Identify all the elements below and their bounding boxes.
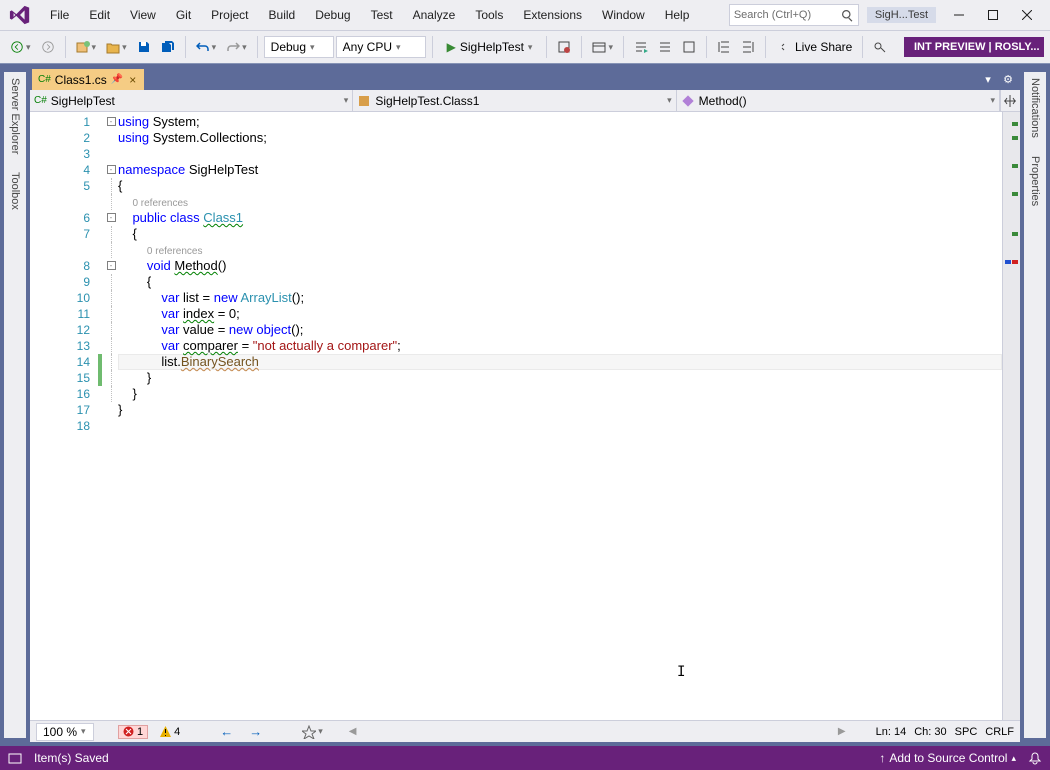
code-editor[interactable]: 123456789101112131415161718 - - - - using S… [30,112,1020,720]
warning-count-badge[interactable]: 4 [156,726,184,738]
menu-help[interactable]: Help [655,4,700,26]
menu-file[interactable]: File [40,4,79,26]
notifications-tab[interactable]: Notifications [1027,72,1043,144]
eol-indicator[interactable]: CRLF [985,726,1014,738]
menu-tools[interactable]: Tools [465,4,513,26]
line-indicator[interactable]: Ln: 14 [876,726,907,738]
code-content[interactable]: using System;using System.Collections;na… [118,112,1002,720]
error-icon [123,726,134,737]
server-explorer-tab[interactable]: Server Explorer [7,72,23,160]
title-bar: FileEditViewGitProjectBuildDebugTestAnal… [0,0,1050,30]
solution-name-badge[interactable]: SigH...Test [867,7,936,23]
menu-edit[interactable]: Edit [79,4,120,26]
main-frame: Server Explorer Toolbox C# Class1.cs 📌 ×… [0,64,1050,746]
status-icon [8,751,22,765]
minimize-button[interactable] [942,3,976,27]
file-tab-class1[interactable]: C# Class1.cs 📌 × [32,69,144,90]
platform-combo[interactable]: Any CPU▾ [336,36,426,58]
menu-git[interactable]: Git [166,4,201,26]
fold-toggle[interactable]: - [107,213,116,222]
nav-project-combo[interactable]: C# SigHelpTest▾ [30,90,353,111]
search-icon [841,9,854,22]
search-box[interactable]: Search (Ctrl+Q) [729,4,859,26]
warning-icon [160,726,171,737]
vs-logo [6,1,34,29]
document-well: C# Class1.cs 📌 × ▾ ⚙ C# SigHelpTest▾ Sig… [30,68,1020,742]
menu-bar: FileEditViewGitProjectBuildDebugTestAnal… [40,4,699,26]
close-button[interactable] [1010,3,1044,27]
nav-fwd-button[interactable] [37,36,59,58]
prev-issue-button[interactable]: ← [216,724,237,739]
col-indicator[interactable]: Ch: 30 [914,726,946,738]
hscroll-right[interactable]: ▶ [838,726,846,737]
save-all-button[interactable] [157,36,179,58]
hscroll-left[interactable]: ◀ [349,726,357,737]
bell-icon[interactable] [1028,751,1042,765]
class-icon [357,94,371,108]
menu-extensions[interactable]: Extensions [513,4,592,26]
source-control-button[interactable]: ↑ Add to Source Control ▴ [879,751,1016,765]
pin-icon[interactable]: 📌 [111,74,123,85]
menu-debug[interactable]: Debug [305,4,360,26]
line-number-gutter: 123456789101112131415161718 [56,112,98,720]
menu-window[interactable]: Window [592,4,655,26]
maximize-button[interactable] [976,3,1010,27]
toolbox-tab[interactable]: Toolbox [7,166,23,216]
zoom-combo[interactable]: 100 %▾ [36,723,94,741]
feedback-button[interactable] [869,36,891,58]
toolbar-icon-1[interactable] [553,36,575,58]
menu-build[interactable]: Build [259,4,306,26]
menu-project[interactable]: Project [201,4,258,26]
toolbar-icon-2[interactable]: ▾ [588,36,617,58]
toolbar-icon-3[interactable] [630,36,652,58]
file-tab-row: C# Class1.cs 📌 × ▾ ⚙ [30,68,1020,90]
new-project-button[interactable]: ▾ [72,36,101,58]
start-debug-button[interactable]: ▶ SigHelpTest ▾ [439,38,541,56]
toolbar-icon-5[interactable] [678,36,700,58]
share-icon [776,40,790,54]
status-message: Item(s) Saved [34,751,109,765]
fold-toggle[interactable]: - [107,261,116,270]
tab-overflow-button[interactable]: ▾ [980,72,996,88]
config-combo[interactable]: Debug▾ [264,36,334,58]
left-side-tabs: Server Explorer Toolbox [4,72,26,738]
redo-button[interactable]: ▾ [222,36,251,58]
fold-toggle[interactable]: - [107,165,116,174]
main-toolbar: ▾ ▾ ▾ ▾ ▾ Debug▾ Any CPU▾ ▶ SigHelpTest … [0,30,1050,64]
fold-toggle[interactable]: - [107,117,116,126]
csharp-icon: C# [34,95,47,106]
tab-settings-button[interactable]: ⚙ [1000,72,1016,88]
csharp-icon: C# [38,74,51,85]
nav-member-combo[interactable]: Method()▾ [677,90,1000,111]
save-button[interactable] [133,36,155,58]
preview-badge[interactable]: INT PREVIEW | ROSLY... [904,37,1044,57]
error-count-badge[interactable]: 1 [118,725,148,739]
open-file-button[interactable]: ▾ [102,36,131,58]
live-share-button[interactable]: Live Share [772,36,856,58]
fold-margin: - - - - [104,112,118,720]
nav-class-combo[interactable]: SigHelpTest.Class1▾ [353,90,676,111]
properties-tab[interactable]: Properties [1027,150,1043,212]
split-editor-button[interactable] [1000,90,1020,111]
menu-view[interactable]: View [120,4,166,26]
play-icon: ▶ [447,40,456,54]
close-tab-button[interactable]: × [127,73,138,87]
toolbar-icon-7[interactable] [737,36,759,58]
navigation-bar: C# SigHelpTest▾ SigHelpTest.Class1▾ Meth… [30,90,1020,112]
overview-ruler[interactable] [1002,112,1020,720]
menu-analyze[interactable]: Analyze [403,4,466,26]
health-indicator[interactable]: ▾ [298,721,327,743]
menu-test[interactable]: Test [361,4,403,26]
editor-status-bar: 100 %▾ 1 4 ← → ▾ ◀ ▶ Ln: 14 Ch: 30 SPC C… [30,720,1020,742]
undo-button[interactable]: ▾ [192,36,221,58]
right-side-tabs: Notifications Properties [1024,72,1046,738]
nav-back-button[interactable]: ▾ [6,36,35,58]
method-icon [681,94,695,108]
search-placeholder: Search (Ctrl+Q) [734,9,841,21]
indent-indicator[interactable]: SPC [955,726,978,738]
status-bar: Item(s) Saved ↑ Add to Source Control ▴ [0,746,1050,770]
toolbar-icon-4[interactable] [654,36,676,58]
next-issue-button[interactable]: → [245,724,266,739]
toolbar-icon-6[interactable] [713,36,735,58]
